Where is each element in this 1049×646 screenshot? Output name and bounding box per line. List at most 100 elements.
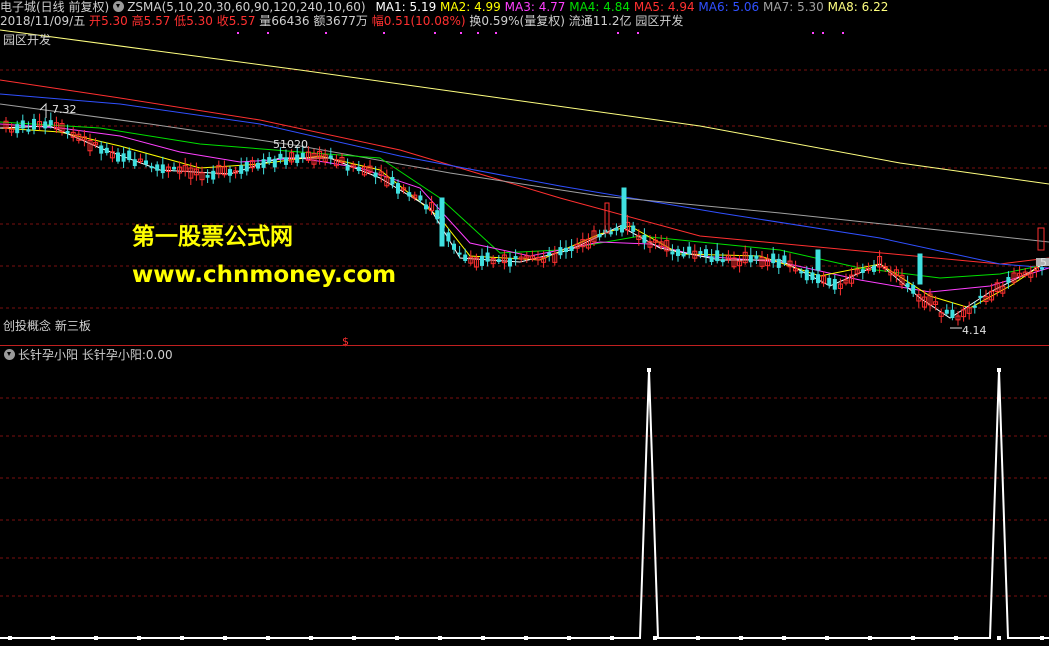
signal-dot bbox=[460, 32, 462, 34]
candle-body bbox=[810, 272, 815, 280]
signal-point bbox=[653, 636, 657, 640]
candle-body bbox=[284, 157, 288, 165]
candle-body bbox=[709, 256, 714, 262]
signal-dot bbox=[842, 32, 844, 34]
indicator-chart[interactable] bbox=[0, 346, 1049, 646]
signal-point bbox=[610, 636, 614, 640]
candle-body bbox=[676, 249, 680, 257]
amount-value: 3677万 bbox=[325, 14, 368, 28]
candle-body bbox=[132, 159, 137, 167]
signal-dot bbox=[325, 32, 327, 34]
signal-line bbox=[0, 369, 1049, 639]
sector-label[interactable]: 园区开发 bbox=[3, 33, 51, 47]
low-price-annotation: 4.14 bbox=[962, 324, 987, 337]
high-value: 5.57 bbox=[143, 14, 171, 28]
stock-title[interactable]: 电子城(日线 前复权) bbox=[0, 0, 109, 14]
candle-body bbox=[300, 152, 305, 158]
signal-point bbox=[266, 636, 270, 640]
candle-body bbox=[558, 247, 563, 256]
candle-body bbox=[485, 252, 490, 262]
watermark: 第一股票公式网 www.chnmoney.com bbox=[132, 218, 396, 294]
candle-body bbox=[776, 258, 781, 268]
candle-body bbox=[295, 154, 300, 163]
ma-entry-4: MA4: 4.84 bbox=[569, 0, 634, 14]
candle-body bbox=[496, 259, 501, 263]
signal-point bbox=[739, 636, 743, 640]
change-label: 幅 bbox=[371, 14, 384, 28]
watermark-url: www.chnmoney.com bbox=[132, 262, 397, 288]
signal-dot bbox=[383, 32, 385, 34]
candle-body bbox=[815, 249, 821, 271]
candle-body bbox=[642, 234, 647, 243]
candle-body bbox=[860, 269, 865, 273]
candle-body bbox=[15, 124, 20, 134]
signal-point bbox=[180, 636, 184, 640]
candle-body bbox=[597, 233, 602, 238]
signal-peak bbox=[997, 368, 1001, 372]
candle-body bbox=[390, 176, 395, 185]
signal-dot bbox=[495, 32, 497, 34]
concept-label[interactable]: 创投概念 新三板 bbox=[3, 319, 91, 333]
candle-body bbox=[446, 232, 451, 242]
date-text: 2018/11/09/五 bbox=[0, 14, 86, 28]
candle-body bbox=[547, 252, 552, 256]
candle-body bbox=[457, 252, 462, 255]
signal-point bbox=[438, 636, 442, 640]
signal-dot bbox=[617, 32, 619, 34]
candle-body bbox=[832, 278, 837, 290]
candle-body bbox=[972, 305, 977, 308]
candle-body bbox=[799, 271, 804, 274]
signal-dot bbox=[267, 32, 269, 34]
turnover-label: 换 bbox=[469, 14, 482, 28]
candle-body bbox=[748, 255, 753, 263]
candle-body bbox=[155, 164, 160, 171]
candle-body bbox=[418, 195, 423, 201]
candle-body bbox=[267, 157, 272, 163]
candle-body bbox=[911, 284, 916, 294]
ma-entry-6: MA6: 5.06 bbox=[698, 0, 764, 14]
price-chart[interactable] bbox=[0, 28, 1049, 344]
candle-body bbox=[720, 259, 725, 263]
candle-body bbox=[715, 250, 720, 262]
ma-entry-5: MA5: 4.94 bbox=[633, 0, 699, 14]
candle-body bbox=[116, 152, 120, 162]
signal-dot bbox=[477, 32, 479, 34]
high-label: 高 bbox=[131, 14, 144, 28]
candle-body bbox=[211, 170, 216, 180]
candle-body bbox=[480, 255, 484, 266]
signal-point bbox=[997, 636, 1001, 640]
candle-body bbox=[978, 295, 983, 298]
signal-point bbox=[309, 636, 313, 640]
candle-body bbox=[452, 243, 456, 250]
signal-point bbox=[911, 636, 915, 640]
candle-body bbox=[172, 166, 176, 170]
signal-point bbox=[223, 636, 227, 640]
watermark-title: 第一股票公式网 bbox=[132, 224, 293, 250]
signal-dot bbox=[434, 32, 436, 34]
candle-body bbox=[244, 161, 249, 172]
candle-body bbox=[228, 169, 232, 176]
signal-dot bbox=[637, 32, 639, 34]
candle-body bbox=[149, 166, 154, 169]
candle-body bbox=[681, 253, 686, 257]
candle-body bbox=[43, 121, 48, 129]
candle-body bbox=[905, 283, 910, 288]
candle-body bbox=[20, 120, 25, 129]
low-value: 5.30 bbox=[186, 14, 213, 28]
candle-body bbox=[804, 269, 809, 281]
candle-body bbox=[356, 166, 361, 171]
signal-point bbox=[94, 636, 98, 640]
signal-point bbox=[352, 636, 356, 640]
signal-point bbox=[1040, 636, 1044, 640]
sector-name[interactable]: 园区开发 bbox=[635, 14, 683, 28]
signal-dot bbox=[822, 32, 824, 34]
candle-body bbox=[569, 246, 574, 252]
indicator-name[interactable]: ZSMA(5,10,20,30,60,90,120,240,10,60) bbox=[127, 0, 365, 14]
candle-body bbox=[256, 162, 260, 169]
candle-body bbox=[508, 258, 512, 267]
signal-peak bbox=[647, 368, 651, 372]
candle-body bbox=[754, 255, 759, 259]
candle-body bbox=[1006, 277, 1011, 283]
dropdown-icon[interactable] bbox=[113, 1, 125, 12]
volume-label: 量 bbox=[259, 14, 272, 28]
